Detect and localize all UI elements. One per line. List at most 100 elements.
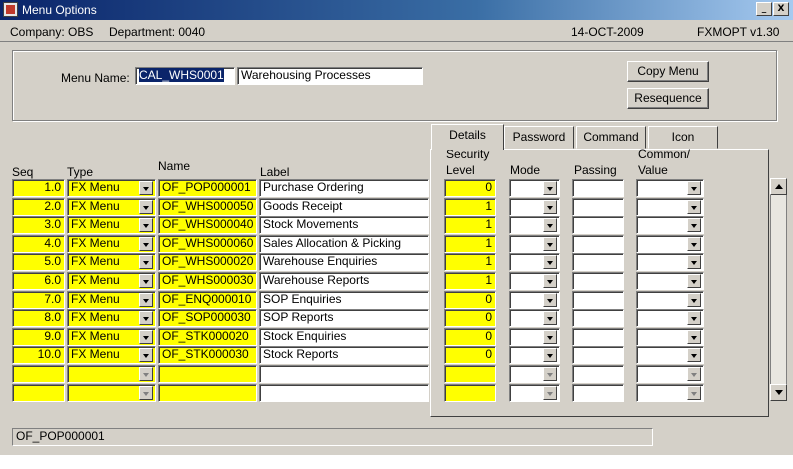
type-dropdown-icon[interactable]	[139, 293, 153, 307]
common-value-dropdown-icon[interactable]	[687, 255, 701, 269]
name-cell[interactable]	[158, 365, 257, 383]
mode-dropdown-icon[interactable]	[543, 330, 557, 344]
passing-cell[interactable]	[572, 272, 624, 290]
security-cell[interactable]	[444, 365, 496, 383]
type-dropdown-icon[interactable]	[139, 181, 153, 195]
type-dropdown-icon[interactable]	[139, 255, 153, 269]
passing-cell[interactable]	[572, 346, 624, 364]
type-dropdown-icon[interactable]	[139, 348, 153, 362]
name-cell[interactable]: OF_ENQ000010	[158, 291, 257, 309]
name-cell[interactable]: OF_WHS000030	[158, 272, 257, 290]
passing-cell[interactable]	[572, 365, 624, 383]
seq-cell[interactable]: 10.0	[12, 346, 65, 364]
scroll-up-button[interactable]	[770, 178, 787, 195]
name-cell[interactable]: OF_STK000020	[158, 328, 257, 346]
common-value-dropdown-icon[interactable]	[687, 200, 701, 214]
label-cell[interactable]	[259, 365, 429, 383]
common-value-dropdown-icon[interactable]	[687, 274, 701, 288]
security-cell[interactable]: 1	[444, 216, 496, 234]
name-cell[interactable]: OF_WHS000050	[158, 198, 257, 216]
mode-dropdown-icon[interactable]	[543, 237, 557, 251]
security-cell[interactable]: 1	[444, 253, 496, 271]
type-dropdown-icon[interactable]	[139, 274, 153, 288]
passing-cell[interactable]	[572, 309, 624, 327]
mode-dropdown-icon[interactable]	[543, 274, 557, 288]
name-cell[interactable]	[158, 384, 257, 402]
seq-cell[interactable]: 2.0	[12, 198, 65, 216]
tab-command[interactable]: Command	[576, 126, 646, 149]
name-cell[interactable]: OF_WHS000060	[158, 235, 257, 253]
security-cell[interactable]	[444, 384, 496, 402]
resequence-button[interactable]: Resequence	[627, 88, 709, 109]
security-cell[interactable]: 1	[444, 235, 496, 253]
seq-cell[interactable]: 7.0	[12, 291, 65, 309]
common-value-dropdown-icon[interactable]	[687, 293, 701, 307]
label-cell[interactable]: Purchase Ordering	[259, 179, 429, 197]
passing-cell[interactable]	[572, 328, 624, 346]
mode-dropdown-icon[interactable]	[543, 386, 557, 400]
seq-cell[interactable]: 1.0	[12, 179, 65, 197]
security-cell[interactable]: 0	[444, 309, 496, 327]
type-dropdown-icon[interactable]	[139, 237, 153, 251]
common-value-dropdown-icon[interactable]	[687, 181, 701, 195]
common-value-dropdown-icon[interactable]	[687, 218, 701, 232]
passing-cell[interactable]	[572, 198, 624, 216]
common-value-dropdown-icon[interactable]	[687, 237, 701, 251]
label-cell[interactable]: Stock Movements	[259, 216, 429, 234]
type-dropdown-icon[interactable]	[139, 200, 153, 214]
passing-cell[interactable]	[572, 253, 624, 271]
label-cell[interactable]: Stock Enquiries	[259, 328, 429, 346]
scroll-down-button[interactable]	[770, 384, 787, 401]
type-dropdown-icon[interactable]	[139, 330, 153, 344]
type-dropdown-icon[interactable]	[139, 367, 153, 381]
type-dropdown-icon[interactable]	[139, 386, 153, 400]
passing-cell[interactable]	[572, 291, 624, 309]
menu-description-field[interactable]: Warehousing Processes	[237, 67, 423, 85]
label-cell[interactable]: Goods Receipt	[259, 198, 429, 216]
seq-cell[interactable]: 4.0	[12, 235, 65, 253]
label-cell[interactable]: Warehouse Enquiries	[259, 253, 429, 271]
common-value-dropdown-icon[interactable]	[687, 367, 701, 381]
mode-dropdown-icon[interactable]	[543, 348, 557, 362]
name-cell[interactable]: OF_STK000030	[158, 346, 257, 364]
label-cell[interactable]: Stock Reports	[259, 346, 429, 364]
label-cell[interactable]: Warehouse Reports	[259, 272, 429, 290]
seq-cell[interactable]: 3.0	[12, 216, 65, 234]
name-cell[interactable]: OF_POP000001	[158, 179, 257, 197]
name-cell[interactable]: OF_WHS000040	[158, 216, 257, 234]
mode-dropdown-icon[interactable]	[543, 200, 557, 214]
label-cell[interactable]: Sales Allocation & Picking	[259, 235, 429, 253]
label-cell[interactable]: SOP Reports	[259, 309, 429, 327]
tab-password[interactable]: Password	[504, 126, 574, 149]
tab-icon[interactable]: Icon	[648, 126, 718, 149]
type-dropdown-icon[interactable]	[139, 311, 153, 325]
mode-dropdown-icon[interactable]	[543, 218, 557, 232]
label-cell[interactable]: SOP Enquiries	[259, 291, 429, 309]
menu-code-field[interactable]: CAL_WHS0001	[135, 67, 235, 85]
security-cell[interactable]: 0	[444, 346, 496, 364]
mode-dropdown-icon[interactable]	[543, 181, 557, 195]
common-value-dropdown-icon[interactable]	[687, 348, 701, 362]
seq-cell[interactable]: 9.0	[12, 328, 65, 346]
mode-dropdown-icon[interactable]	[543, 367, 557, 381]
common-value-dropdown-icon[interactable]	[687, 330, 701, 344]
grid-scrollbar[interactable]	[770, 178, 787, 401]
close-button[interactable]: X	[773, 2, 789, 16]
security-cell[interactable]: 0	[444, 328, 496, 346]
mode-dropdown-icon[interactable]	[543, 293, 557, 307]
mode-dropdown-icon[interactable]	[543, 255, 557, 269]
security-cell[interactable]: 0	[444, 179, 496, 197]
name-cell[interactable]: OF_WHS000020	[158, 253, 257, 271]
tab-details[interactable]: Details	[431, 124, 504, 150]
name-cell[interactable]: OF_SOP000030	[158, 309, 257, 327]
seq-cell[interactable]: 8.0	[12, 309, 65, 327]
common-value-dropdown-icon[interactable]	[687, 311, 701, 325]
mode-dropdown-icon[interactable]	[543, 311, 557, 325]
security-cell[interactable]: 1	[444, 198, 496, 216]
seq-cell[interactable]	[12, 365, 65, 383]
label-cell[interactable]	[259, 384, 429, 402]
minimize-button[interactable]: _	[756, 2, 772, 16]
common-value-dropdown-icon[interactable]	[687, 386, 701, 400]
seq-cell[interactable]: 5.0	[12, 253, 65, 271]
copy-menu-button[interactable]: Copy Menu	[627, 61, 709, 82]
